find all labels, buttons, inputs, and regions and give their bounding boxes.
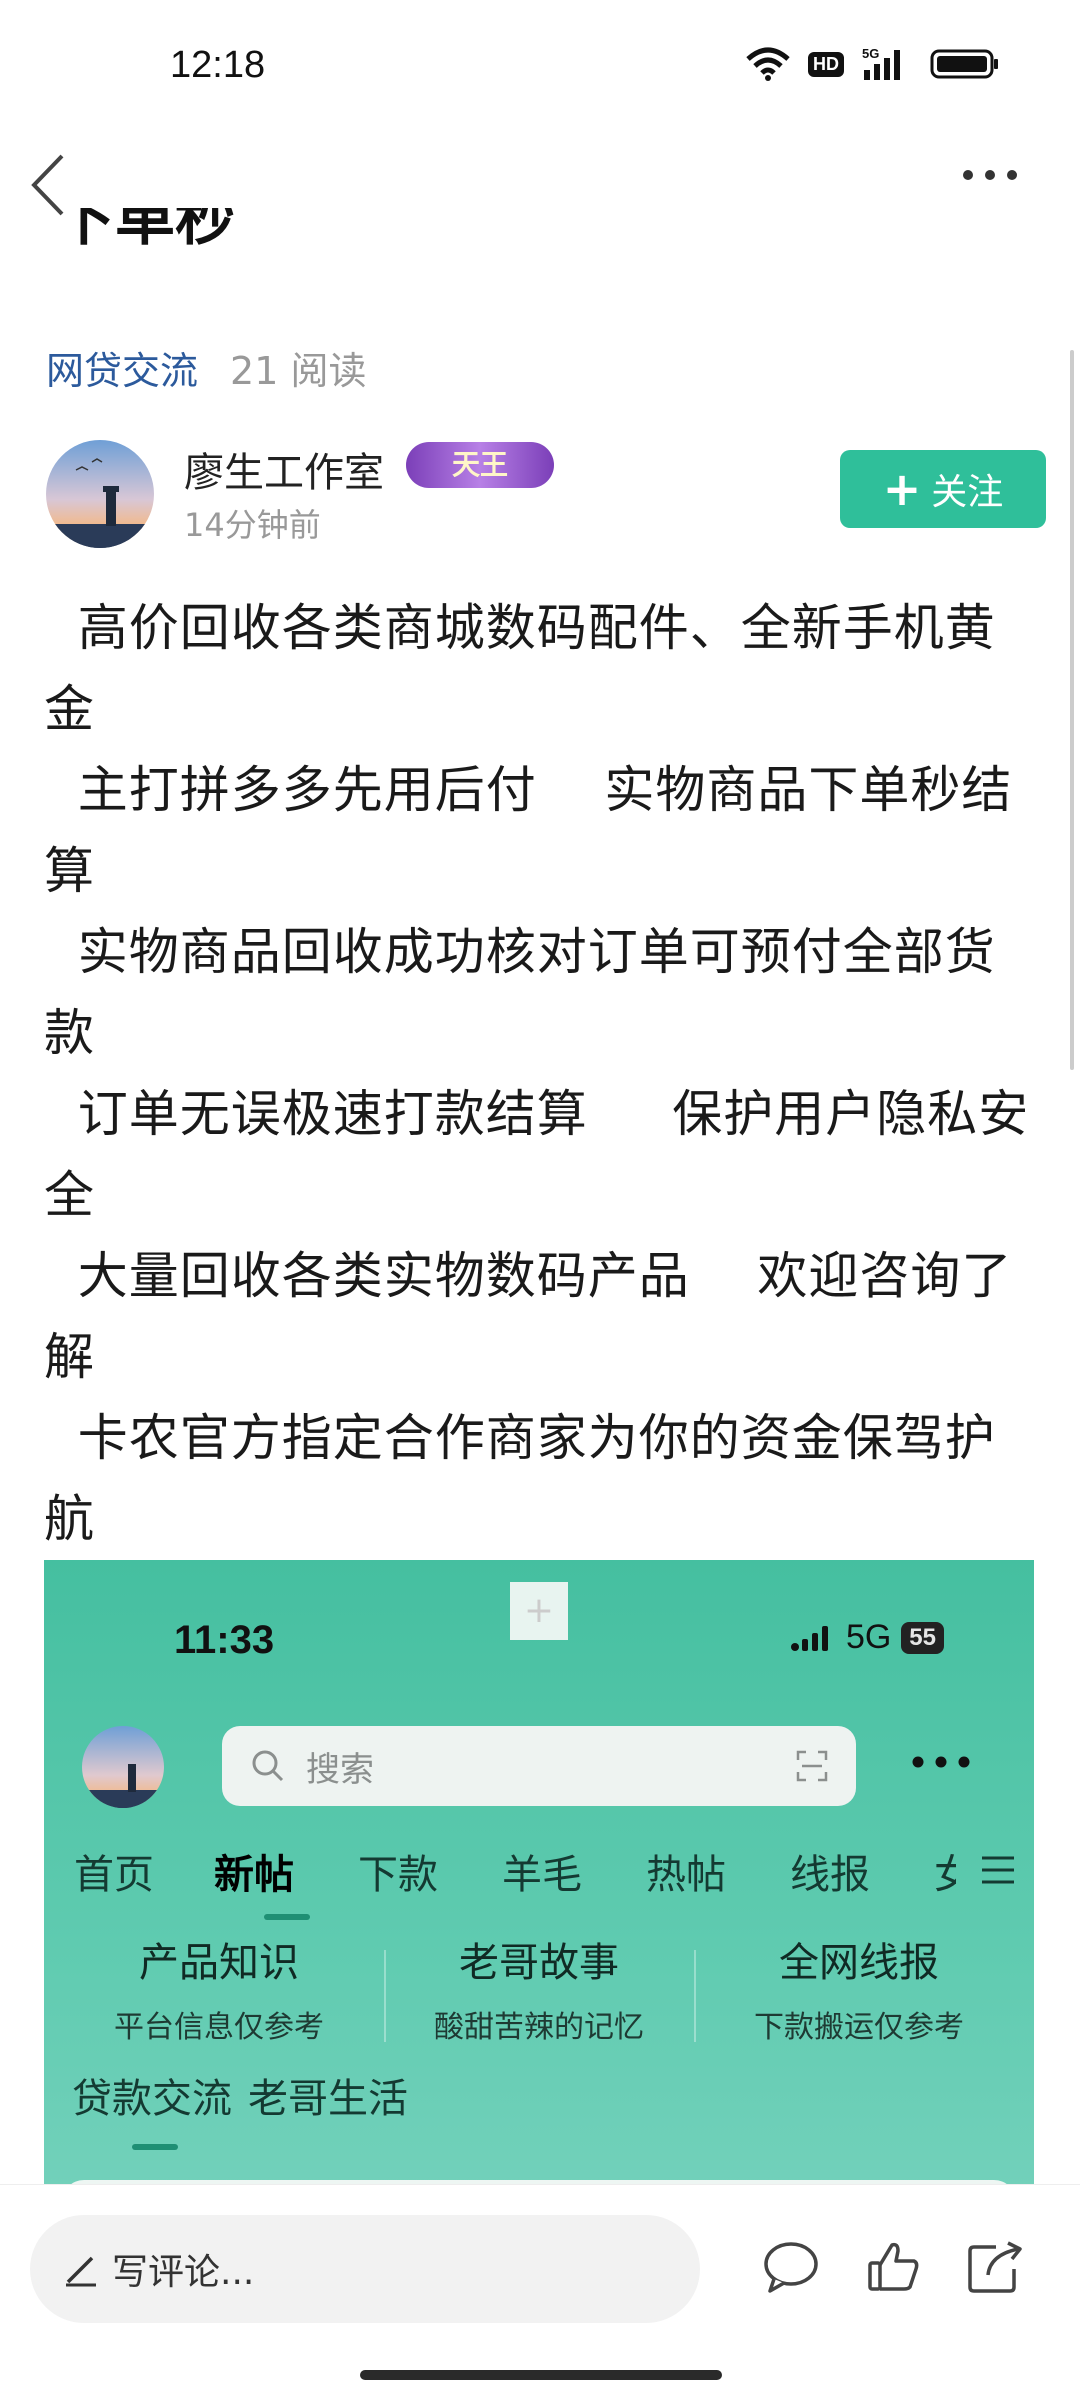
embed-category-subtitle: 下款搬运仅参考: [754, 2010, 964, 2045]
content-paragraph: 大量回收各类实物数码产品 欢迎咨询了解: [44, 1247, 1013, 1386]
embed-tab: 下款: [358, 1852, 438, 1898]
embed-avatar: [82, 1726, 164, 1808]
content-paragraph: 高价回收各类商城数码配件、全新手机黄金: [44, 599, 996, 738]
embed-signal-icon: [790, 1625, 828, 1651]
share-icon[interactable]: [966, 2239, 1026, 2295]
category-link[interactable]: 网贷交流: [46, 340, 198, 395]
plus-icon: +: [882, 462, 922, 516]
embed-tab-indicator: [264, 1914, 310, 1920]
post-meta: 网贷交流 21 阅读: [46, 340, 366, 395]
embed-search-bar: 搜索: [222, 1726, 856, 1806]
embed-network: 5G: [845, 1618, 892, 1656]
embed-sub-tab-active: 贷款交流: [72, 2076, 232, 2122]
post-content: 高价回收各类商城数码配件、全新手机黄金 主打拼多多先用后付 实物商品下单秒结算 …: [44, 588, 1034, 1560]
embed-category-title: 老哥故事: [459, 1940, 619, 1986]
divider: [694, 1950, 696, 2042]
embed-category-subtitle: 酸甜苦辣的记忆: [434, 2010, 644, 2045]
content-paragraph: 卡农官方指定合作商家为你的资金保驾护航: [44, 1409, 996, 1548]
content-paragraph: 主打拼多多先用后付 实物商品下单秒结算: [44, 761, 1013, 900]
lighthouse-avatar-image: [46, 440, 154, 548]
embedded-screenshot[interactable]: + 11:33 5G 55 搜索 首页 新帖 下款 羊毛 热帖 线报 女 产品知…: [44, 1560, 1034, 2200]
home-indicator[interactable]: [360, 2370, 722, 2380]
bottom-bar: 写评论...: [0, 2184, 1080, 2401]
embed-category-title: 全网线报: [779, 1940, 939, 1986]
embed-category: 产品知识 平台信息仅参考: [64, 1930, 374, 2046]
image-handle-icon: +: [510, 1582, 568, 1640]
author-name[interactable]: 廖生工作室: [184, 440, 384, 498]
embed-tab: 首页: [74, 1852, 154, 1898]
embed-categories: 产品知识 平台信息仅参考 老哥故事 酸甜苦辣的记忆 全网线报 下款搬运仅参考: [44, 1930, 1034, 2070]
read-count: 21 阅读: [230, 349, 367, 393]
embed-category-subtitle: 平台信息仅参考: [114, 2010, 324, 2045]
embed-sub-tab: 老哥生活: [248, 2076, 408, 2122]
status-time: 12:18: [170, 44, 266, 86]
follow-button[interactable]: + 关注: [840, 450, 1046, 528]
embed-more-icon: [912, 1756, 970, 1768]
embed-status: 5G 55: [790, 1618, 944, 1657]
scan-icon: [796, 1750, 828, 1782]
more-horizontal-icon: [963, 170, 1017, 180]
post-time: 14分钟前: [184, 506, 321, 544]
embed-tab-clipped: 女: [934, 1852, 956, 1898]
embed-tab: 热帖: [646, 1852, 726, 1898]
comment-placeholder: 写评论...: [112, 2252, 255, 2293]
embed-category: 老哥故事 酸甜苦辣的记忆: [384, 1930, 694, 2046]
wifi-icon: [746, 47, 790, 81]
comment-input[interactable]: 写评论...: [30, 2215, 700, 2323]
avatar[interactable]: [46, 440, 154, 548]
embed-sub-tab-indicator: [132, 2144, 178, 2150]
embed-time: 11:33: [174, 1618, 275, 1662]
embed-sub-tabs: 贷款交流 老哥生活: [72, 2066, 408, 2124]
menu-icon: [982, 1856, 1014, 1884]
embed-tab: 羊毛: [502, 1852, 582, 1898]
embed-tab-active: 新帖: [214, 1852, 294, 1898]
embed-battery: 55: [901, 1621, 944, 1654]
post-title-clip: 下单秒: [0, 208, 1080, 268]
content-paragraph: 实物商品回收成功核对订单可预付全部货款: [44, 923, 996, 1062]
post-title: 下单秒: [55, 208, 235, 254]
embed-search-placeholder: 搜索: [306, 1750, 374, 1790]
pencil-icon: [66, 2256, 96, 2287]
follow-label: 关注: [931, 472, 1004, 513]
status-icons: HD 5G: [746, 46, 1000, 82]
author-row: 廖生工作室 天王 14分钟前 + 关注: [46, 440, 1046, 550]
search-icon: [252, 1750, 284, 1782]
embed-tabs: 首页 新帖 下款 羊毛 热帖 线报 女: [74, 1842, 1034, 1922]
embed-tab: 线报: [790, 1852, 870, 1898]
embed-category-title: 产品知识: [139, 1940, 299, 1986]
comment-icon[interactable]: [762, 2239, 820, 2295]
embed-category: 全网线报 下款搬运仅参考: [704, 1930, 1014, 2046]
svg-text:5G: 5G: [862, 46, 879, 61]
content-paragraph: 订单无误极速打款结算 保护用户隐私安全: [44, 1085, 1030, 1224]
scrollbar[interactable]: [1070, 350, 1074, 1070]
signal-5g-icon: 5G: [862, 46, 900, 80]
hd-icon: HD: [808, 51, 844, 77]
author-badge: 天王: [406, 442, 554, 488]
status-bar: 12:18 HD 5G: [0, 0, 1080, 140]
like-icon[interactable]: [866, 2239, 922, 2295]
battery-icon: [930, 49, 998, 79]
